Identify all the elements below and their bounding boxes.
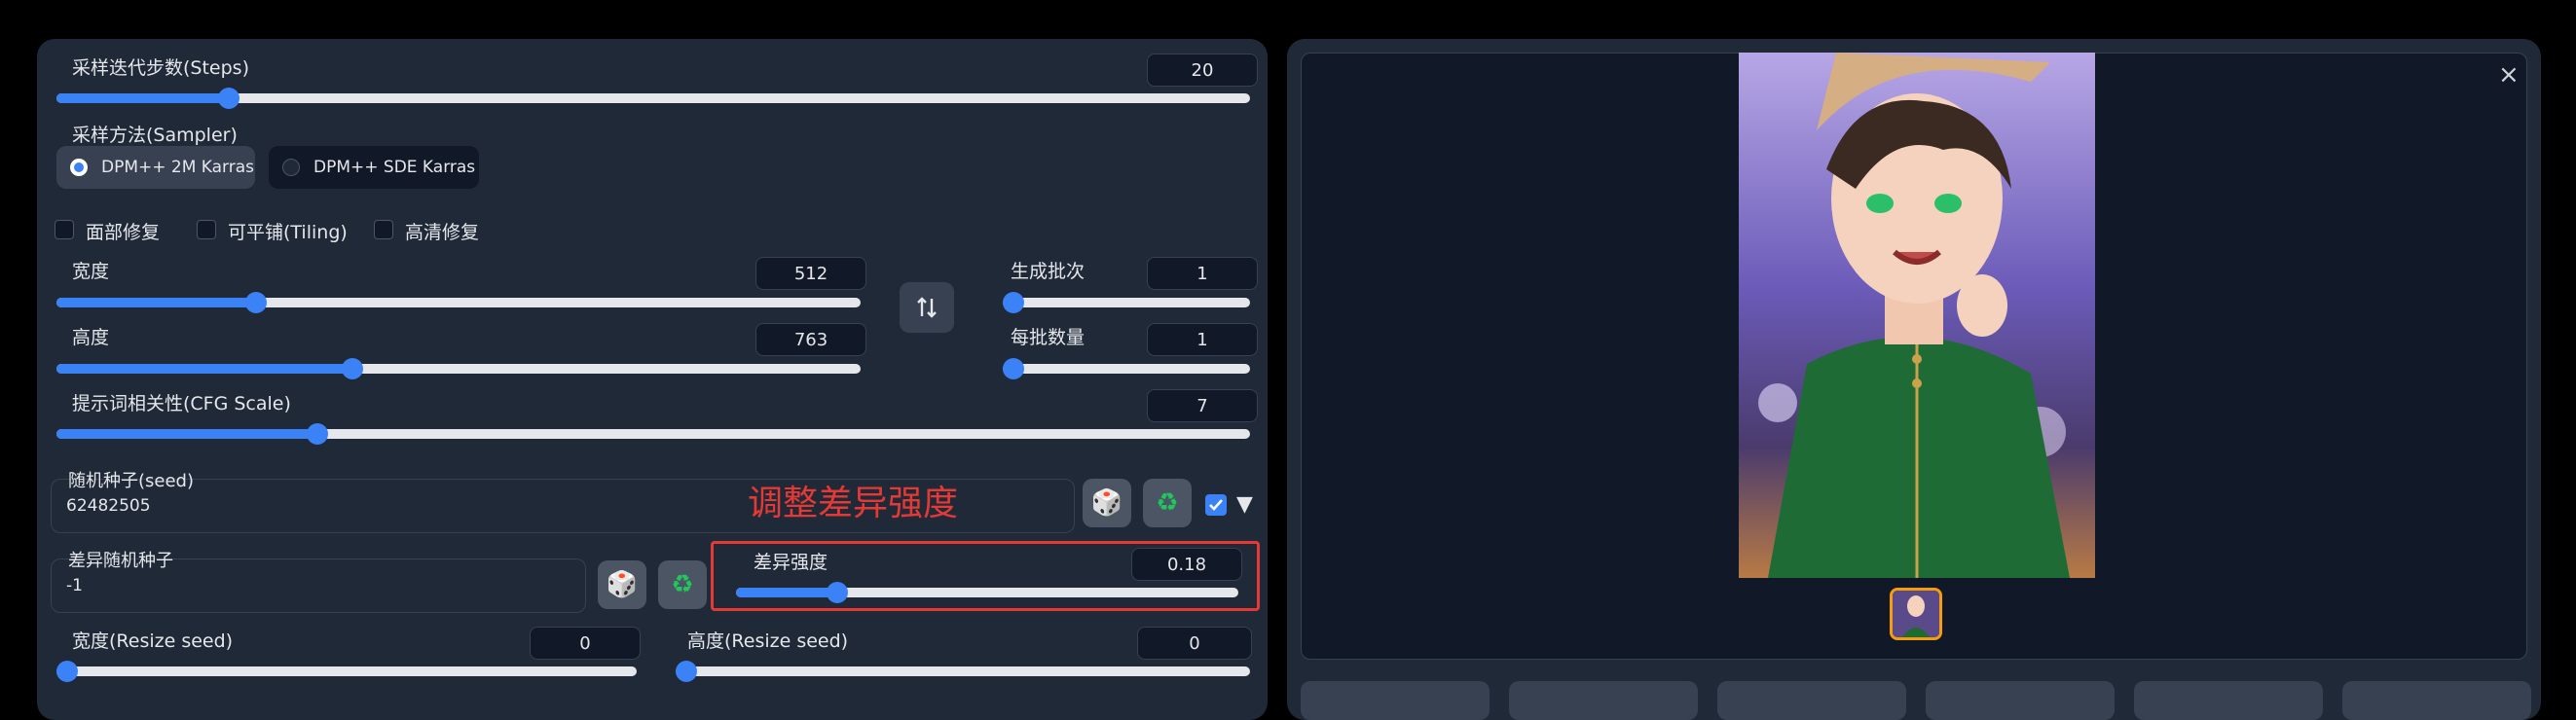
cfg-slider[interactable] (56, 423, 1250, 445)
random-seed-button[interactable]: 🎲 (1083, 479, 1131, 527)
action-button-6[interactable] (2342, 681, 2531, 720)
annotation-text: 调整差异强度 (748, 484, 959, 523)
recycle-icon: ♻ (1156, 488, 1179, 518)
batch-size-label: 每批数量 (1011, 327, 1086, 348)
radio-selected-icon (70, 159, 88, 176)
swap-vertical-icon (917, 297, 937, 318)
variation-strength-input[interactable]: 0.18 (1131, 548, 1242, 581)
resize-height-label: 高度(Resize seed) (687, 630, 849, 652)
thumbnail-image (1893, 591, 1939, 637)
action-button-5[interactable] (2134, 681, 2323, 720)
sampler-option-label: DPM++ 2M Karras (101, 158, 255, 177)
hires-fix-label: 高清修复 (405, 222, 480, 243)
width-label: 宽度 (72, 261, 110, 282)
steps-slider[interactable] (56, 88, 1250, 109)
radio-unselected-icon (282, 159, 300, 176)
batch-size-slider[interactable] (1003, 358, 1250, 379)
hires-fix-checkbox[interactable] (374, 220, 393, 239)
resize-width-slider[interactable] (56, 661, 637, 682)
checkmark-icon (1209, 499, 1223, 511)
height-label: 高度 (72, 327, 110, 348)
action-button-1[interactable] (1301, 681, 1490, 720)
resize-width-label: 宽度(Resize seed) (72, 630, 234, 652)
generated-image[interactable] (1739, 53, 2095, 578)
dice-icon: 🎲 (606, 570, 639, 599)
width-input[interactable]: 512 (755, 257, 866, 290)
steps-input[interactable]: 20 (1147, 54, 1258, 87)
batch-count-input[interactable]: 1 (1147, 257, 1258, 290)
gallery-thumbnail[interactable] (1890, 588, 1942, 640)
steps-label: 采样迭代步数(Steps) (72, 57, 249, 79)
width-slider[interactable] (56, 292, 861, 313)
cfg-input[interactable]: 7 (1147, 389, 1258, 422)
tiling-label: 可平铺(Tiling) (228, 222, 348, 243)
anime-portrait-image (1739, 53, 2095, 578)
sampler-option-label: DPM++ SDE Karras (313, 158, 476, 177)
height-input[interactable]: 763 (755, 323, 866, 356)
variation-random-seed-button[interactable]: 🎲 (598, 560, 646, 609)
reuse-seed-button[interactable]: ♻ (1143, 479, 1192, 527)
face-restore-checkbox[interactable] (55, 220, 74, 239)
face-restore-label: 面部修复 (86, 222, 161, 243)
recycle-icon: ♻ (671, 570, 694, 599)
variation-strength-slider[interactable] (736, 582, 1238, 603)
sampler-label: 采样方法(Sampler) (72, 125, 238, 146)
batch-count-label: 生成批次 (1011, 261, 1086, 282)
action-button-2[interactable] (1509, 681, 1698, 720)
sampler-option-dpmsde[interactable]: DPM++ SDE Karras (269, 146, 479, 189)
expand-triangle-icon[interactable]: ▼ (1236, 492, 1253, 517)
variation-seed-value: -1 (66, 576, 83, 595)
close-icon[interactable]: × (2498, 60, 2520, 90)
action-button-3[interactable] (1717, 681, 1906, 720)
resize-height-input[interactable]: 0 (1137, 627, 1252, 660)
variation-reuse-seed-button[interactable]: ♻ (658, 560, 707, 609)
swap-dimensions-button[interactable] (900, 282, 954, 333)
seed-label: 随机种子(seed) (68, 471, 194, 491)
seed-value: 62482505 (66, 496, 151, 516)
variation-seed-label: 差异随机种子 (68, 551, 173, 571)
batch-count-slider[interactable] (1003, 292, 1250, 313)
tiling-checkbox[interactable] (197, 220, 216, 239)
variation-strength-label: 差异强度 (754, 552, 828, 573)
extra-seed-checkbox[interactable] (1205, 494, 1227, 516)
height-slider[interactable] (56, 358, 861, 379)
resize-height-slider[interactable] (676, 661, 1250, 682)
resize-width-input[interactable]: 0 (530, 627, 641, 660)
sampler-option-dpm2m[interactable]: DPM++ 2M Karras (56, 146, 255, 189)
batch-size-input[interactable]: 1 (1147, 323, 1258, 356)
dice-icon: 🎲 (1090, 488, 1123, 518)
action-button-4[interactable] (1926, 681, 2115, 720)
cfg-label: 提示词相关性(CFG Scale) (72, 393, 291, 414)
